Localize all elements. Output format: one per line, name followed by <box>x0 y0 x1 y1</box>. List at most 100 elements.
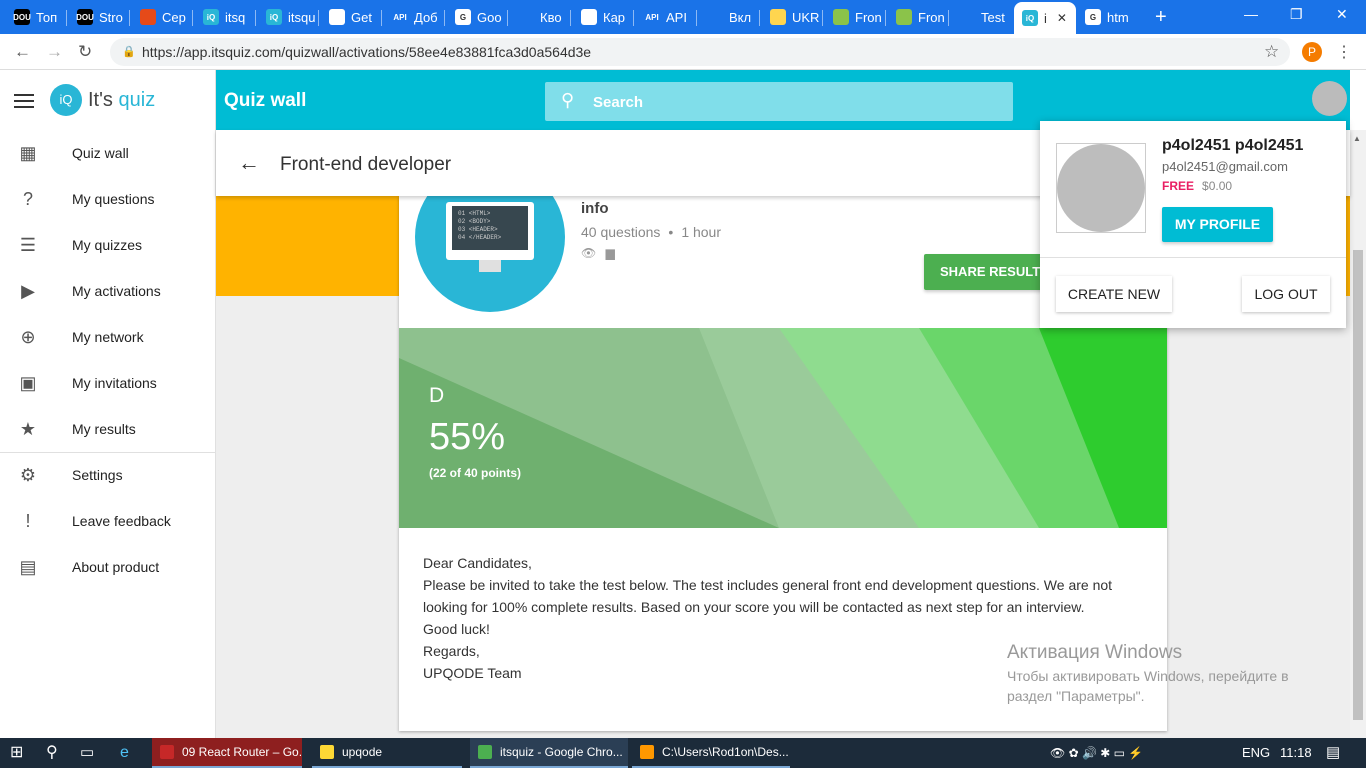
edge-icon[interactable]: e <box>120 738 129 768</box>
windows-taskbar: ⊞ ⚲ ▭ e 09 React Router – Go... upqode its… <box>0 738 1366 768</box>
browser-tab[interactable]: G Goo <box>447 4 505 30</box>
tab-separator <box>66 10 67 26</box>
browser-tab[interactable]: Fron <box>825 4 883 30</box>
tab-favicon-icon <box>833 9 849 25</box>
address-bar-row: ← → ↻ 🔒 https://app.itsquiz.com/quizwall… <box>0 34 1366 70</box>
sidebar-item-label: My quizzes <box>72 237 143 253</box>
browser-profile-avatar[interactable]: P <box>1302 42 1322 62</box>
create-new-button[interactable]: CREATE NEW <box>1056 276 1172 312</box>
sidebar-item-settings[interactable]: ⚙ Settings <box>0 452 216 498</box>
taskbar-app-icon <box>640 745 654 759</box>
browser-tab[interactable]: Вкл <box>699 4 757 30</box>
search-input[interactable] <box>593 90 993 114</box>
tab-label: Goo <box>477 9 502 25</box>
close-window-icon[interactable]: ✕ <box>1336 6 1348 23</box>
quiz-category: info <box>581 200 609 217</box>
url-field[interactable]: 🔒 https://app.itsquiz.com/quizwall/activ… <box>110 38 1290 66</box>
profile-avatar <box>1056 143 1146 233</box>
tab-separator <box>129 10 130 26</box>
sidebar-item-my-results[interactable]: ★ My results <box>0 406 216 452</box>
globe-icon: ⊕ <box>20 326 36 347</box>
sidebar-item-my-questions[interactable]: ? My questions <box>0 176 216 222</box>
back-arrow-icon[interactable]: ← <box>14 42 31 62</box>
browser-menu-icon[interactable]: ⋮ <box>1336 42 1352 62</box>
tab-label: Вкл <box>729 9 752 25</box>
share-result-button[interactable]: SHARE RESULT <box>924 254 1044 290</box>
tab-label: Stro <box>99 9 123 25</box>
back-arrow-icon[interactable]: ← <box>238 150 260 176</box>
logo-accent: quiz <box>118 88 156 111</box>
tab-separator <box>633 10 634 26</box>
restore-icon[interactable]: ❐ <box>1290 6 1303 23</box>
app-logo[interactable]: iQ It's quiz <box>50 84 155 116</box>
browser-tab[interactable]: DOU Топ <box>6 4 64 30</box>
forward-arrow-icon[interactable]: → <box>46 42 63 62</box>
banner-background <box>399 328 1167 528</box>
language-indicator[interactable]: ENG <box>1242 738 1270 768</box>
tab-label: Get <box>351 9 372 25</box>
search-icon[interactable]: ⚲ <box>46 738 58 768</box>
my-profile-button[interactable]: MY PROFILE <box>1162 207 1273 242</box>
feedback-icon: ! <box>25 510 31 531</box>
minimize-icon[interactable]: — <box>1244 6 1258 22</box>
search-box[interactable]: ⚲ <box>545 82 1013 121</box>
browser-tab[interactable]: Сер <box>132 4 190 30</box>
windows-activation-watermark: Активация Windows Чтобы активировать Win… <box>1007 642 1289 706</box>
quiz-meta: 40 questions • 1 hour <box>581 224 722 240</box>
tab-label: Кар <box>603 9 626 25</box>
browser-tab[interactable]: iQ itsqu <box>258 4 316 30</box>
browser-tab[interactable]: Get <box>321 4 379 30</box>
tray-icons[interactable]: 👁 ✿ 🔊 ✱ ▭ ⚡ <box>1050 738 1143 768</box>
tab-label: Fron <box>855 9 882 25</box>
profile-email: p4ol2451@gmail.com <box>1162 159 1288 174</box>
sidebar-item-my-invitations[interactable]: ▣ My invitations <box>0 360 216 406</box>
tab-favicon-icon <box>770 9 786 25</box>
popup-divider <box>1040 257 1346 258</box>
log-out-button[interactable]: LOG OUT <box>1242 276 1330 312</box>
scroll-up-icon[interactable]: ▲ <box>1353 134 1361 143</box>
browser-tab[interactable]: UKR <box>762 4 820 30</box>
sidebar-item-about-product[interactable]: ▤ About product <box>0 544 216 590</box>
browser-tab[interactable]: iQ i ✕ <box>1014 2 1076 34</box>
tab-label: UKR <box>792 9 820 25</box>
taskbar-item[interactable]: upqode <box>312 738 462 768</box>
taskbar-item[interactable]: C:\Users\Rod1on\Des... <box>632 738 790 768</box>
sidebar-item-my-activations[interactable]: ▶ My activations <box>0 268 216 314</box>
notifications-icon[interactable]: ▤ <box>1326 738 1340 768</box>
tab-favicon-icon: API <box>392 9 408 25</box>
scrollbar-thumb[interactable] <box>1353 250 1363 720</box>
new-tab-button[interactable]: + <box>1155 6 1167 29</box>
browser-tab[interactable]: Fron <box>888 4 946 30</box>
browser-tab[interactable]: Ghtm <box>1077 4 1135 30</box>
tab-favicon-icon <box>959 9 975 25</box>
browser-tab[interactable]: API Доб <box>384 4 442 30</box>
sidebar-item-quiz-wall[interactable]: ▦ Quiz wall <box>0 130 216 176</box>
browser-tab[interactable]: Кво <box>510 4 568 30</box>
browser-tab[interactable]: Кар <box>573 4 631 30</box>
plan-badge: FREE <box>1162 179 1195 193</box>
close-tab-icon[interactable]: ✕ <box>1057 11 1067 25</box>
taskbar-item[interactable]: 09 React Router – Go... <box>152 738 302 768</box>
clock[interactable]: 11:18 <box>1280 738 1312 768</box>
sidebar-item-my-network[interactable]: ⊕ My network <box>0 314 216 360</box>
watermark-line: Чтобы активировать Windows, перейдите в <box>1007 668 1289 684</box>
user-avatar[interactable] <box>1312 81 1347 116</box>
browser-tab[interactable]: API API <box>636 4 694 30</box>
profile-popup: p4ol2451 p4ol2451 p4ol2451@gmail.com FRE… <box>1040 121 1346 328</box>
sidebar-item-leave-feedback[interactable]: ! Leave feedback <box>0 498 216 544</box>
browser-tab[interactable]: iQ itsq <box>195 4 253 30</box>
taskbar-item[interactable]: itsquiz - Google Chro... <box>470 738 628 768</box>
reload-icon[interactable]: ↻ <box>78 42 92 62</box>
bookmark-star-icon[interactable]: ☆ <box>1264 42 1279 62</box>
lock-icon: 🔒 <box>122 46 136 58</box>
hamburger-menu-icon[interactable] <box>14 94 34 108</box>
task-view-icon[interactable]: ▭ <box>80 738 94 768</box>
tab-favicon-icon: DOU <box>76 9 94 25</box>
browser-tab[interactable]: DOU Stro <box>69 4 127 30</box>
sidebar-item-my-quizzes[interactable]: ☰ My quizzes <box>0 222 216 268</box>
taskbar-item-label: C:\Users\Rod1on\Des... <box>662 745 789 759</box>
windows-start-icon[interactable]: ⊞ <box>10 738 23 768</box>
description-line: Dear Candidates, <box>423 555 532 571</box>
page-scrollbar[interactable]: ▲ <box>1350 130 1366 738</box>
browser-tab[interactable]: Test <box>951 4 1009 30</box>
